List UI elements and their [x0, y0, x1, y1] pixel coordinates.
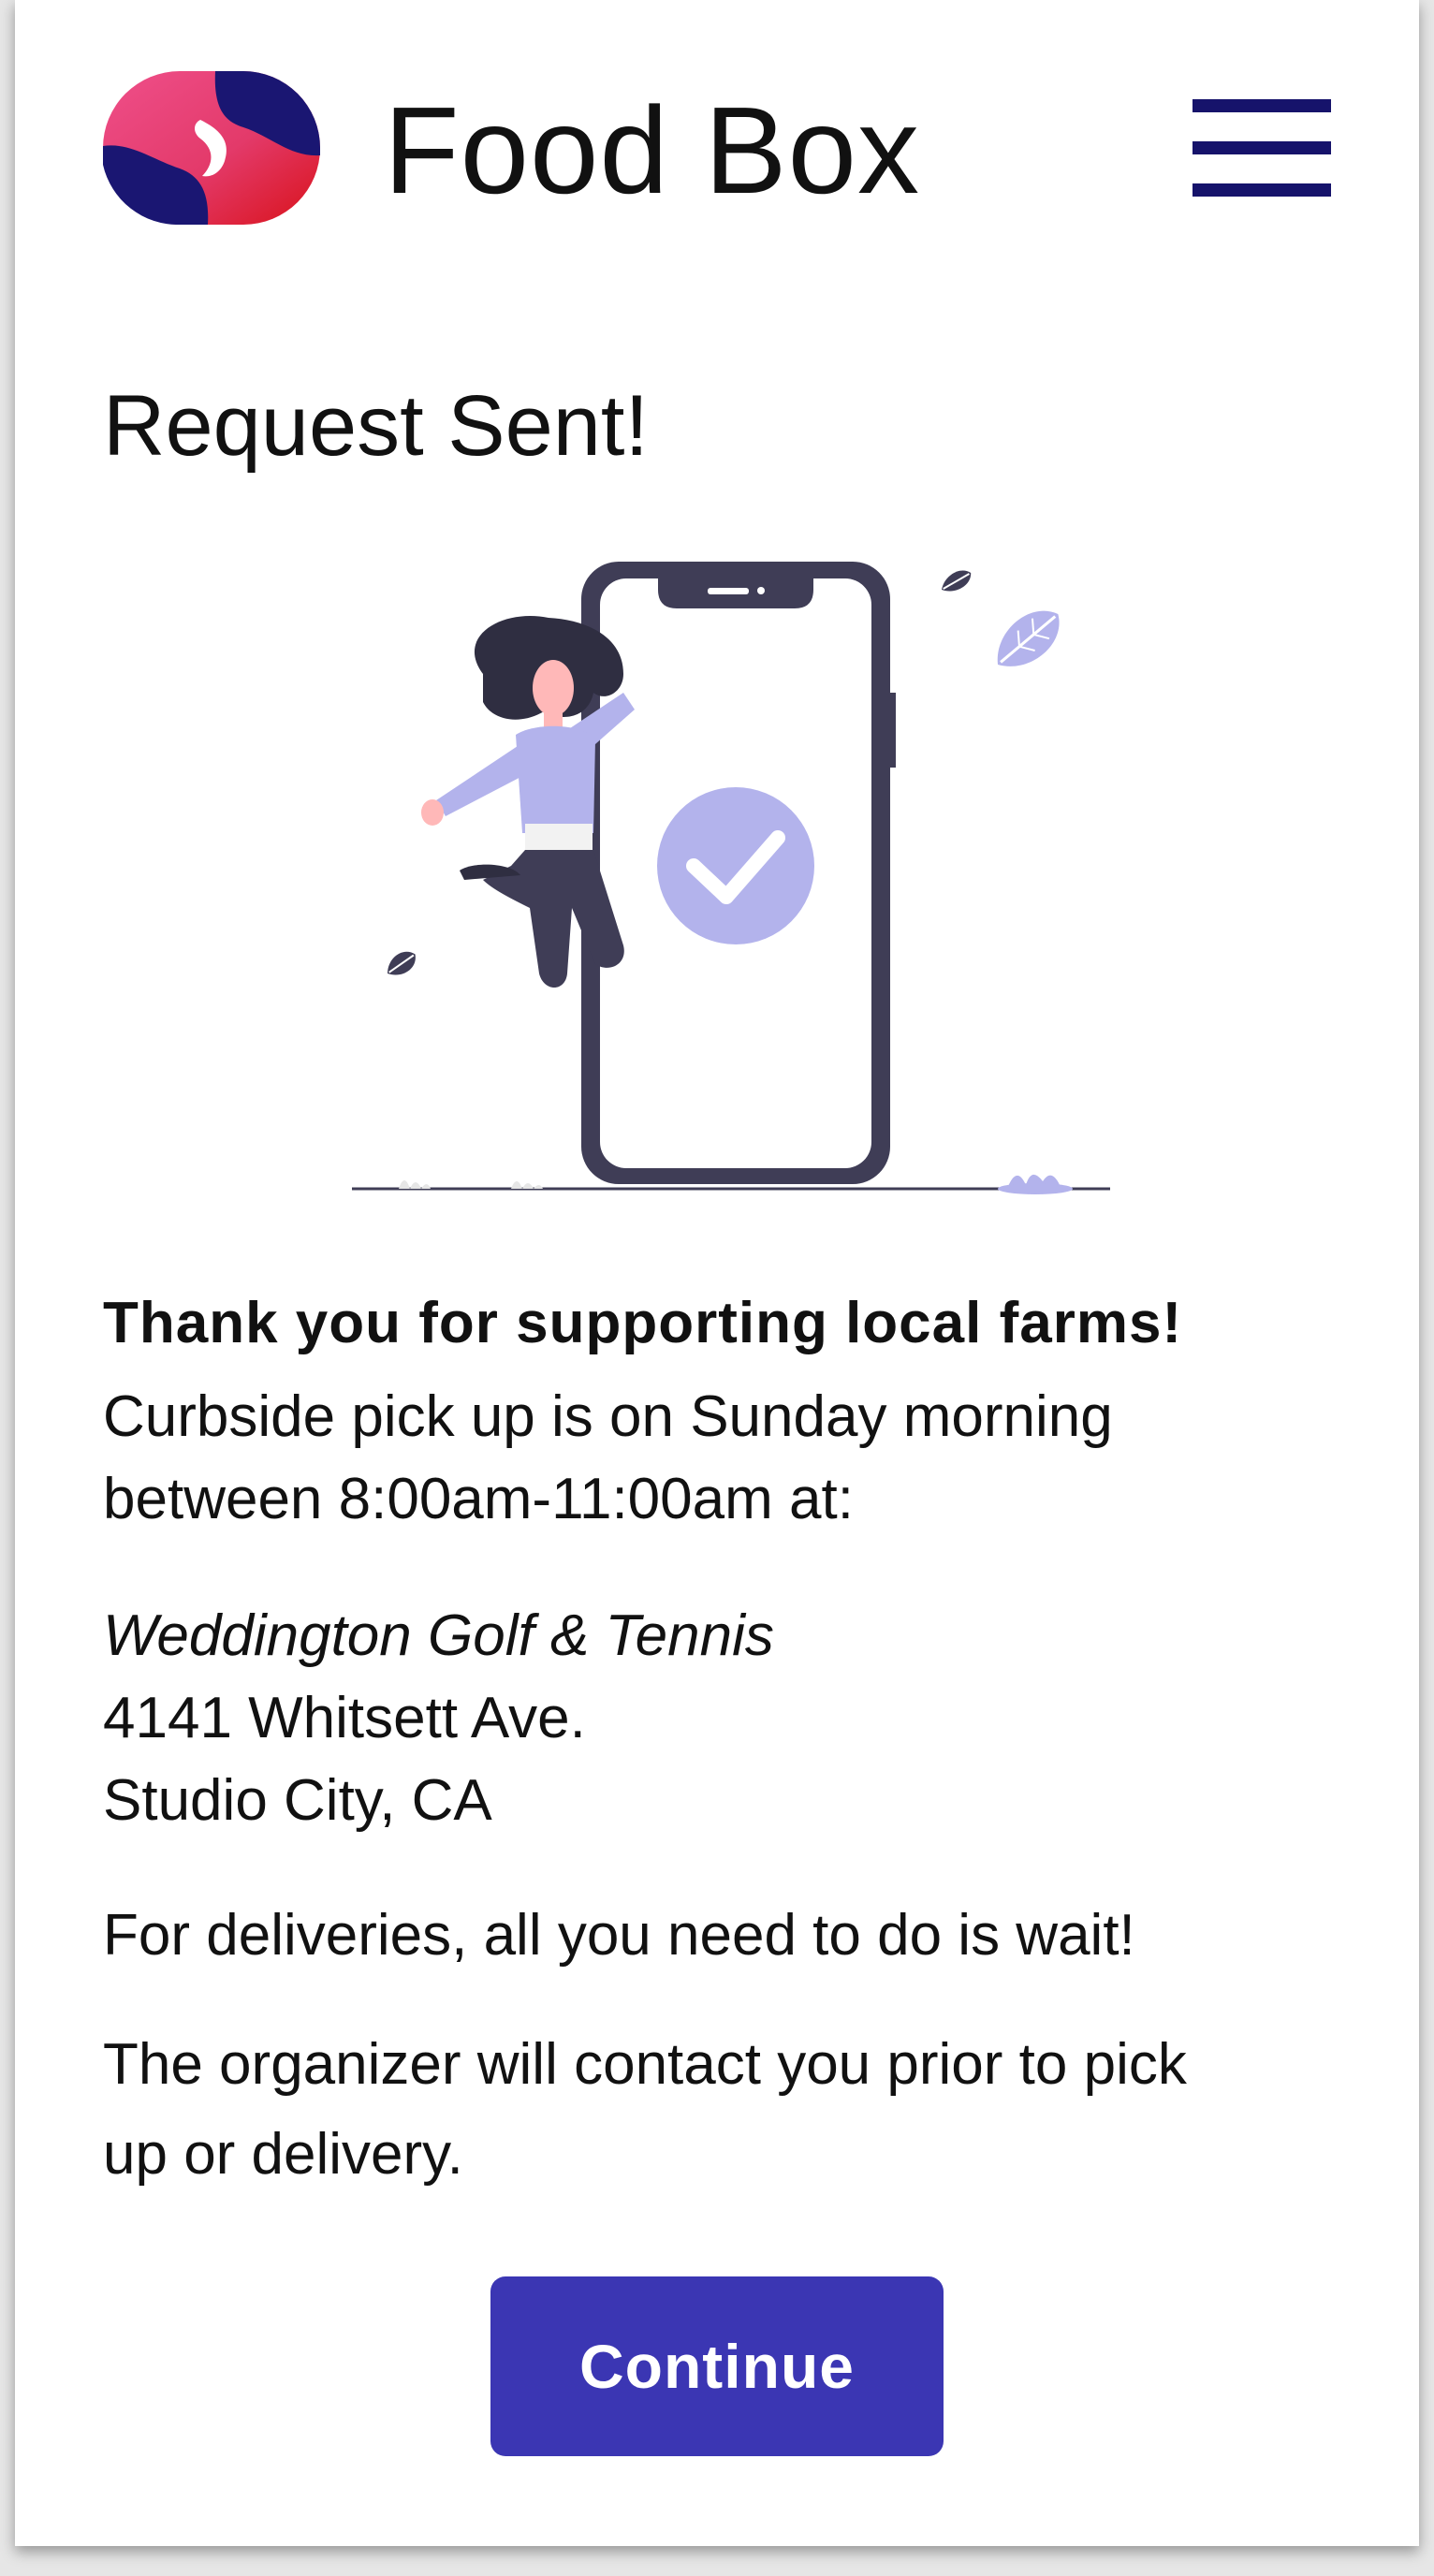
woman-jumping-beside-phone-with-checkmark — [352, 562, 1110, 1194]
organizer-info: The organizer will contact you prior to … — [103, 2020, 1357, 2200]
grass-icon — [511, 1181, 543, 1189]
city-state: Studio City, CA — [103, 1768, 492, 1833]
continue-button[interactable]: Continue — [490, 2276, 944, 2456]
header: Food Box — [15, 0, 1419, 309]
brand-name: Food Box — [384, 81, 920, 219]
organizer-line: up or delivery. — [103, 2122, 463, 2187]
leaf-icon — [997, 610, 1060, 666]
checkmark-icon — [657, 787, 814, 944]
hamburger-menu-icon[interactable] — [1193, 99, 1331, 197]
organizer-line: The organizer will contact you prior to … — [103, 2032, 1187, 2097]
leaf-icon — [388, 951, 416, 975]
leaf-icon — [942, 570, 972, 592]
venue-name: Weddington Golf & Tennis — [103, 1603, 774, 1668]
pickup-info: Curbside pick up is on Sunday morning be… — [103, 1376, 1357, 1541]
pickup-time: between 8:00am-11:00am at: — [103, 1467, 854, 1531]
street-address: 4141 Whitsett Ave. — [103, 1686, 586, 1750]
page-title: Request Sent! — [103, 378, 650, 474]
confirmation-message: Thank you for supporting local farms! Cu… — [103, 1284, 1357, 2200]
pickup-address: Weddington Golf & Tennis 4141 Whitsett A… — [103, 1595, 1357, 1842]
food-box-logo-icon[interactable] — [103, 71, 320, 225]
grass-icon — [399, 1180, 431, 1189]
app-screen: Food Box Request Sent! Thank you for sup… — [15, 0, 1419, 2546]
pickup-line: Curbside pick up is on Sunday morning — [103, 1384, 1113, 1449]
thanks-heading: Thank you for supporting local farms! — [103, 1291, 1183, 1355]
delivery-info: For deliveries, all you need to do is wa… — [103, 1903, 1135, 1968]
